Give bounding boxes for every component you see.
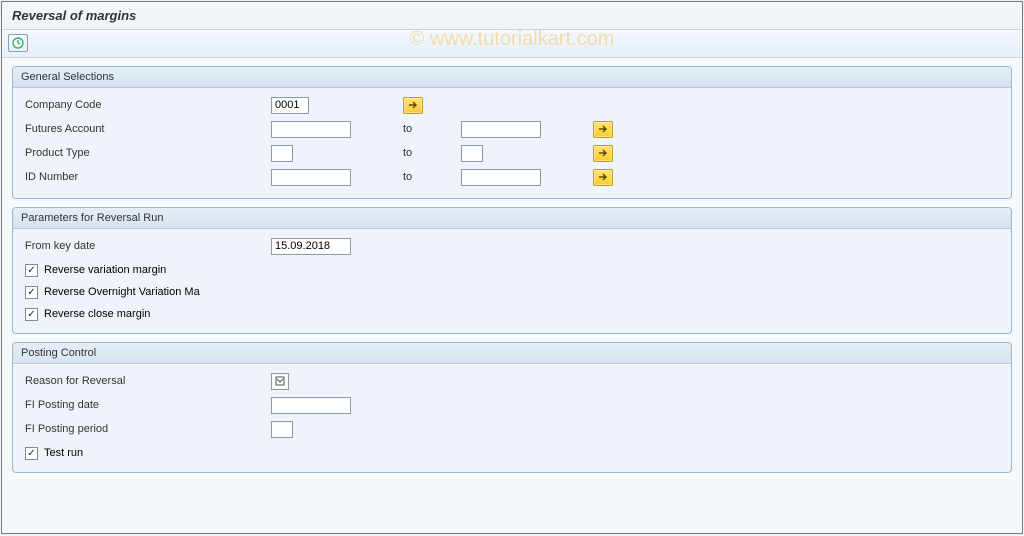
group-parameters: Parameters for Reversal Run From key dat… — [12, 207, 1012, 334]
arrow-right-icon — [408, 100, 418, 110]
futures-account-from-input[interactable] — [271, 121, 351, 138]
row-company-code: Company Code — [21, 94, 1003, 116]
group-body-parameters: From key date ✓ Reverse variation margin… — [13, 229, 1011, 333]
product-type-from-input[interactable] — [271, 145, 293, 162]
arrow-right-icon — [598, 124, 608, 134]
title-bar: Reversal of margins — [2, 2, 1022, 30]
clock-execute-icon — [12, 37, 24, 49]
to-label-futures: to — [391, 123, 461, 135]
test-run-label: Test run — [44, 447, 83, 459]
toolbar — [2, 30, 1022, 58]
to-label-product: to — [391, 147, 461, 159]
reverse-variation-label: Reverse variation margin — [44, 264, 166, 276]
id-number-to-input[interactable] — [461, 169, 541, 186]
to-label-id: to — [391, 171, 461, 183]
product-type-multi-button[interactable] — [593, 145, 613, 162]
group-title-parameters: Parameters for Reversal Run — [13, 208, 1011, 229]
futures-account-to-input[interactable] — [461, 121, 541, 138]
id-number-from-input[interactable] — [271, 169, 351, 186]
row-from-key-date: From key date — [21, 235, 1003, 257]
futures-account-label: Futures Account — [21, 123, 271, 135]
row-fi-posting-period: FI Posting period — [21, 418, 1003, 440]
arrow-right-icon — [598, 172, 608, 182]
fi-posting-date-label: FI Posting date — [21, 399, 271, 411]
row-product-type: Product Type to — [21, 142, 1003, 164]
row-reverse-close: ✓ Reverse close margin — [21, 303, 1003, 325]
row-id-number: ID Number to — [21, 166, 1003, 188]
id-number-label: ID Number — [21, 171, 271, 183]
group-body-general: Company Code Futures Account t — [13, 88, 1011, 198]
fi-posting-period-label: FI Posting period — [21, 423, 271, 435]
id-number-multi-button[interactable] — [593, 169, 613, 186]
from-key-date-input[interactable] — [271, 238, 351, 255]
group-general-selections: General Selections Company Code — [12, 66, 1012, 199]
product-type-label: Product Type — [21, 147, 271, 159]
company-code-multi-button[interactable] — [403, 97, 423, 114]
row-fi-posting-date: FI Posting date — [21, 394, 1003, 416]
product-type-to-input[interactable] — [461, 145, 483, 162]
row-futures-account: Futures Account to — [21, 118, 1003, 140]
reverse-close-checkbox[interactable]: ✓ — [25, 308, 38, 321]
app-frame: Reversal of margins © www.tutorialkart.c… — [1, 1, 1023, 534]
page-title: Reversal of margins — [12, 8, 1012, 23]
group-posting-control: Posting Control Reason for Reversal — [12, 342, 1012, 473]
row-test-run: ✓ Test run — [21, 442, 1003, 464]
content-area: General Selections Company Code — [2, 58, 1022, 489]
execute-button[interactable] — [8, 34, 28, 52]
arrow-right-icon — [598, 148, 608, 158]
fi-posting-date-input[interactable] — [271, 397, 351, 414]
fi-posting-period-input[interactable] — [271, 421, 293, 438]
reason-reversal-label: Reason for Reversal — [21, 375, 271, 387]
reverse-variation-checkbox[interactable]: ✓ — [25, 264, 38, 277]
company-code-input[interactable] — [271, 97, 309, 114]
group-title-posting: Posting Control — [13, 343, 1011, 364]
value-help-icon — [275, 376, 285, 386]
group-body-posting: Reason for Reversal FI Posting date — [13, 364, 1011, 472]
group-title-general: General Selections — [13, 67, 1011, 88]
test-run-checkbox[interactable]: ✓ — [25, 447, 38, 460]
reason-reversal-lookup[interactable] — [271, 373, 289, 390]
row-reason-reversal: Reason for Reversal — [21, 370, 1003, 392]
company-code-label: Company Code — [21, 99, 271, 111]
reverse-overnight-checkbox[interactable]: ✓ — [25, 286, 38, 299]
reverse-overnight-label: Reverse Overnight Variation Ma — [44, 286, 200, 298]
futures-account-multi-button[interactable] — [593, 121, 613, 138]
row-reverse-overnight: ✓ Reverse Overnight Variation Ma — [21, 281, 1003, 303]
reverse-close-label: Reverse close margin — [44, 308, 150, 320]
from-key-date-label: From key date — [21, 240, 271, 252]
row-reverse-variation: ✓ Reverse variation margin — [21, 259, 1003, 281]
